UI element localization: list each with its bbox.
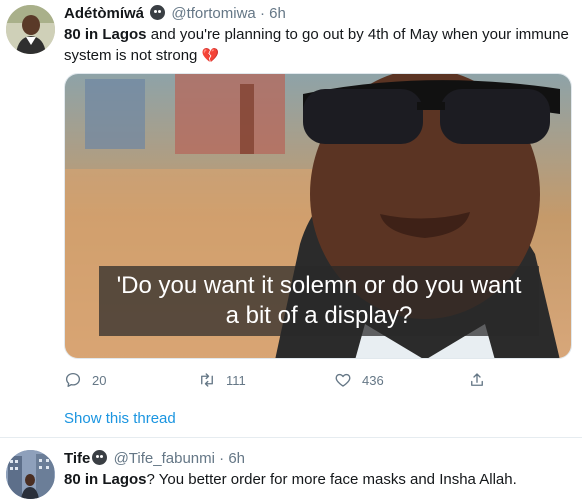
show-thread-link[interactable]: Show this thread [64,409,176,429]
emoji-badge-icon [92,450,108,465]
broken-heart-emoji: 💔 [201,47,219,63]
timestamp[interactable]: 6h [228,450,245,467]
tweet[interactable]: Adétòmíwá @tfortomiwa · 6h 80 in Lagos a… [0,0,582,437]
share-icon [471,373,483,386]
tweet-header: Tife @Tife_fabunmi · 6h [64,449,245,469]
tweet-text: 80 in Lagos? You better order for more f… [64,470,574,490]
media-caption: 'Do you want it solemn or do you want a … [99,266,539,336]
like-button[interactable]: 436 [334,368,384,392]
separator: · [214,450,229,467]
tweet-text: 80 in Lagos and you're planning to go ou… [64,25,574,66]
retweet-icon [201,373,213,387]
display-name[interactable]: Tife [64,450,90,467]
reply-icon [65,372,81,387]
tweet-media[interactable]: 'Do you want it solemn or do you want a … [64,73,572,359]
display-name[interactable]: Adétòmíwá [64,5,144,22]
avatar[interactable] [6,450,55,499]
separator: · [255,5,270,22]
tweet-body: ? You better order for more face masks a… [146,471,517,488]
tweet-actions: 20 111 436 [64,368,504,392]
retweet-button[interactable]: 111 [198,368,246,392]
retweet-count: 111 [226,372,246,388]
handle[interactable]: @tfortomiwa [171,5,255,22]
share-button[interactable] [468,368,496,392]
emoji-badge-icon [150,5,166,20]
hashtag-text: 80 in Lagos [64,471,147,488]
handle[interactable]: @Tife_fabunmi [114,450,215,467]
reply-count: 20 [92,372,107,388]
avatar[interactable] [6,5,55,54]
like-icon [335,373,351,387]
timestamp[interactable]: 6h [269,5,286,22]
reply-button[interactable]: 20 [64,368,106,392]
hashtag-text: 80 in Lagos [64,26,147,43]
like-count: 436 [362,372,384,388]
tweet[interactable]: Tife @Tife_fabunmi · 6h 80 in Lagos? You… [0,437,582,502]
tweet-header: Adétòmíwá @tfortomiwa · 6h [64,4,286,24]
